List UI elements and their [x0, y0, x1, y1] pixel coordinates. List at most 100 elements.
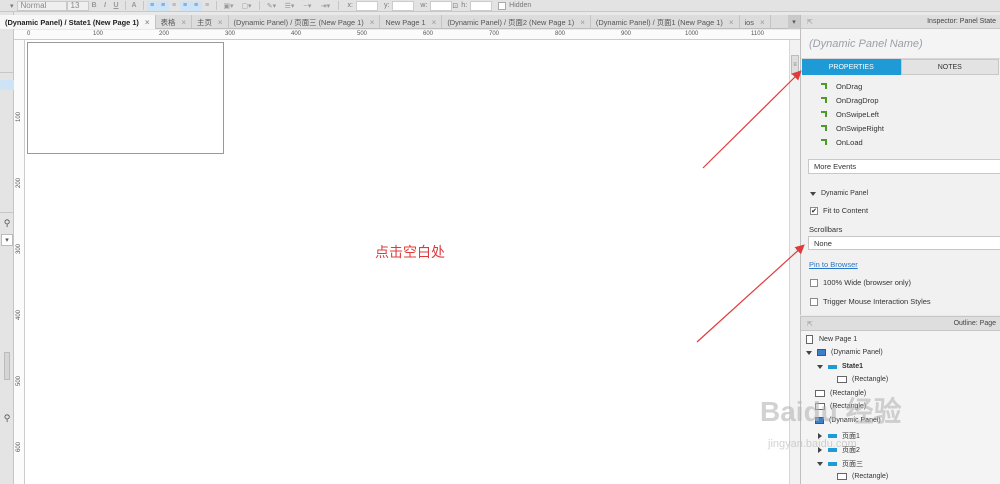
events-list: OnDrag OnDragDrop OnSwipeLeft OnSwipeRig…: [801, 75, 1000, 149]
valign-middle-icon[interactable]: ≡: [190, 0, 202, 11]
expand-triangle-icon[interactable]: [817, 364, 823, 369]
tab-notes[interactable]: NOTES: [900, 59, 999, 75]
ruler-tick-label: 500: [357, 31, 368, 37]
event-ondrag[interactable]: OnDrag: [821, 79, 1000, 93]
w-input[interactable]: [430, 0, 453, 11]
trigger-row[interactable]: Trigger Mouse Interaction Styles: [810, 297, 1000, 306]
font-color-button[interactable]: A: [129, 1, 140, 11]
y-input[interactable]: [392, 0, 415, 11]
more-events-select[interactable]: More Events: [808, 159, 1000, 174]
document-tab-bar: (Dynamic Panel) / State1 (New Page 1) × 表…: [0, 15, 800, 29]
close-icon[interactable]: ×: [760, 18, 765, 27]
scrollbar-thumb[interactable]: ≡: [791, 55, 799, 75]
underline-button[interactable]: U: [111, 1, 122, 11]
expand-triangle-icon[interactable]: [817, 462, 823, 466]
chevron-down-icon[interactable]: ▾: [1, 234, 13, 246]
ruler-tick-label: 100: [16, 111, 22, 122]
search-icon[interactable]: ⚲: [1, 217, 13, 229]
close-icon[interactable]: ×: [432, 18, 437, 27]
line-style-icon[interactable]: ┄▾: [299, 1, 317, 11]
font-size-select[interactable]: 13: [66, 0, 89, 11]
style-select[interactable]: Normal: [16, 0, 67, 11]
italic-label: I: [104, 2, 106, 9]
rectangle-icon: [837, 376, 847, 383]
close-icon[interactable]: ×: [580, 18, 585, 27]
tab-state1[interactable]: (Dynamic Panel) / State1 (New Page 1) ×: [0, 15, 156, 29]
close-icon[interactable]: ×: [218, 18, 223, 27]
pin-to-browser-link[interactable]: Pin to Browser: [809, 260, 1000, 269]
y-label: y:: [383, 2, 390, 9]
wide-row[interactable]: 100% Wide (browser only): [810, 278, 1000, 287]
panel-grip-icon[interactable]: ⇱: [807, 320, 813, 328]
panel-divider: [0, 80, 14, 90]
valign-top-icon[interactable]: ≡: [179, 0, 191, 11]
wide-label: 100% Wide (browser only): [823, 278, 911, 287]
align-right-icon[interactable]: ≡: [169, 1, 180, 11]
tab-home[interactable]: 主页 ×: [192, 15, 229, 29]
search-icon[interactable]: ⚲: [1, 412, 13, 424]
tab-table[interactable]: 表格 ×: [156, 15, 193, 29]
design-canvas[interactable]: 点击空白处: [25, 40, 789, 484]
tab-properties[interactable]: PROPERTIES: [802, 59, 901, 75]
close-icon[interactable]: ×: [145, 18, 150, 27]
toolbar-divider: [215, 1, 217, 10]
align-center-icon[interactable]: ≡: [157, 0, 169, 11]
fit-to-content-checkbox[interactable]: ✔: [810, 206, 818, 215]
close-icon[interactable]: ×: [729, 18, 734, 27]
rectangle-icon: [837, 473, 847, 480]
italic-button[interactable]: I: [100, 1, 111, 11]
tab-label: ios: [744, 17, 754, 27]
outline-item-state[interactable]: 页面三: [817, 459, 863, 469]
tab-page-2[interactable]: (Dynamic Panel) / 页面2 (New Page 1) ×: [442, 15, 591, 29]
tab-page-three[interactable]: (Dynamic Panel) / 页面三 (New Page 1) ×: [229, 15, 381, 29]
x-input[interactable]: [355, 0, 378, 11]
line-width-icon[interactable]: ☰▾: [281, 1, 299, 11]
scrollbars-select[interactable]: None: [808, 236, 1000, 250]
bold-button[interactable]: B: [89, 1, 100, 11]
tab-overflow-button[interactable]: ▾: [788, 15, 800, 29]
close-icon[interactable]: ×: [370, 18, 375, 27]
line-color-icon[interactable]: ✎▾: [263, 1, 281, 11]
event-ondragdrop[interactable]: OnDragDrop: [821, 93, 1000, 107]
outline-item-page[interactable]: New Page 1: [806, 335, 857, 344]
fit-to-content-row[interactable]: ✔ Fit to Content: [810, 206, 1000, 215]
dynamic-panel-section[interactable]: Dynamic Panel: [810, 190, 1000, 197]
outline-item-state1[interactable]: State1: [817, 363, 863, 370]
wide-checkbox[interactable]: [810, 278, 818, 287]
lock-aspect-icon[interactable]: ⊡: [452, 1, 458, 11]
outline-item-rectangle[interactable]: (Rectangle): [837, 473, 888, 480]
scrollbars-label: Scrollbars: [809, 225, 843, 234]
vertical-ruler: 100 200 300 400 500 600: [14, 40, 25, 484]
font-size-value: 13: [70, 1, 80, 10]
tab-new-page-1[interactable]: New Page 1 ×: [380, 15, 443, 29]
collapse-triangle-icon[interactable]: [810, 191, 816, 196]
valign-bottom-icon[interactable]: ≡: [202, 1, 213, 11]
outline-item-rectangle[interactable]: (Rectangle): [837, 376, 888, 383]
event-onload[interactable]: OnLoad: [821, 135, 1000, 149]
fill-color-icon[interactable]: ▣▾: [220, 1, 238, 11]
ruler-tick-label: 400: [291, 31, 302, 37]
tab-page-1[interactable]: (Dynamic Panel) / 页面1 (New Page 1) ×: [591, 15, 740, 29]
event-label: OnSwipeLeft: [836, 109, 879, 119]
panel-divider: [0, 212, 14, 213]
shadow-icon[interactable]: ▢▾: [238, 1, 256, 11]
h-input[interactable]: [470, 0, 493, 11]
outline-item-dynamic-panel[interactable]: (Dynamic Panel): [806, 349, 883, 356]
ruler-tick-label: 300: [225, 31, 236, 37]
panel-name-input[interactable]: (Dynamic Panel Name): [801, 29, 1000, 59]
expand-triangle-icon[interactable]: [806, 350, 812, 355]
scroll-handle[interactable]: [4, 352, 10, 380]
panel-grip-icon[interactable]: ⇱: [807, 18, 813, 26]
close-icon[interactable]: ×: [181, 18, 186, 27]
event-onswipeleft[interactable]: OnSwipeLeft: [821, 107, 1000, 121]
outline-header: ⇱ Outline: Page: [801, 317, 1000, 331]
rectangle-widget[interactable]: [27, 42, 224, 154]
arrow-style-icon[interactable]: ⇥▾: [317, 1, 335, 11]
ruler-tick-label: 700: [489, 31, 500, 37]
trigger-checkbox[interactable]: [810, 297, 818, 306]
event-onswiperight[interactable]: OnSwipeRight: [821, 121, 1000, 135]
hidden-checkbox[interactable]: [498, 1, 507, 10]
align-left-icon[interactable]: ≡: [146, 0, 158, 11]
h-label: h:: [461, 2, 468, 9]
tab-ios[interactable]: ios ×: [740, 15, 771, 29]
